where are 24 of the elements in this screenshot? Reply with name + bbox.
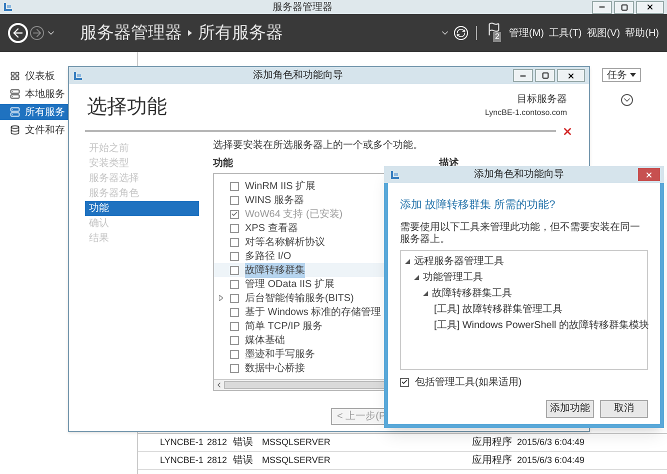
table-cell-text: LYNCBE-1	[160, 454, 204, 467]
table-cell-text: 2812	[207, 436, 228, 449]
table-cell-text: 2015/6/3 6:04:49	[517, 436, 585, 449]
table-cell-text: MSSQLSERVER	[262, 436, 332, 449]
target-label: 目标服务器	[517, 92, 567, 107]
checkbox-label: 包括管理工具(如果适用)	[415, 376, 522, 390]
wizard-title: 添加角色和功能向导	[252, 68, 344, 83]
page-title: 选择功能	[87, 95, 167, 120]
table-cell-text: 错误	[233, 454, 254, 468]
dialog-heading: 添加 故障转移群集 所需的功能?	[400, 198, 556, 213]
dialog-message: 需要使用以下工具来管理此功能，但不需要安装在同一服务器上。	[400, 222, 641, 246]
table-cell-text: 2015/6/3 6:04:49	[517, 454, 585, 467]
table-cell-text: 应用程序	[472, 454, 513, 468]
target-server: LyncBE-1.contoso.com	[485, 107, 567, 119]
dialog-title: 添加角色和功能向导	[473, 168, 565, 182]
window-title: 服务器管理器	[272, 0, 334, 14]
table-cell-text: 应用程序	[472, 436, 513, 450]
notification-badge: 2	[492, 32, 502, 42]
column-header: 功能	[213, 156, 233, 171]
table-cell-text: MSSQLSERVER	[262, 454, 332, 467]
table-cell-text: 错误	[233, 436, 254, 450]
table-cell-text: 2812	[207, 454, 228, 467]
table-cell-text: LYNCBE-1	[160, 436, 204, 449]
instruction-text: 选择要安装在所选服务器上的一个或多个功能。	[213, 138, 424, 153]
